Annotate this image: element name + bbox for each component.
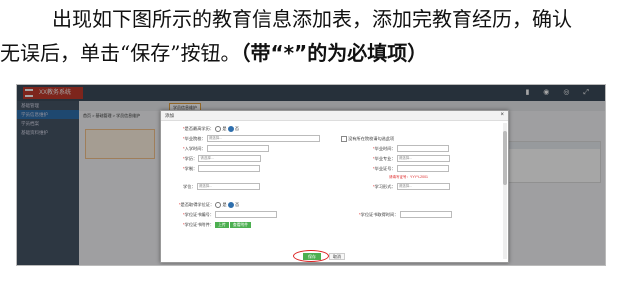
has-degree-no-label: 否 [235, 202, 240, 207]
entry-time-input[interactable] [206, 145, 269, 153]
study-form-row: *学习形式： 请选择... [373, 183, 450, 191]
has-degree-yes-radio[interactable] [215, 201, 222, 208]
add-education-dialog: 添加 × *是否最高学历： 是 否 *毕业院校： 请选择... 没有所在院校请勾… [160, 110, 509, 263]
cancel-button[interactable]: 取消 [329, 253, 345, 260]
cert-no-hint: 请填写证号：YYYY-2001 [389, 175, 428, 179]
cert-no-input[interactable] [396, 165, 449, 173]
has-degree-no-radio[interactable] [227, 201, 234, 208]
entry-time-row: *入学时间： [183, 145, 269, 153]
top-degree-yes-radio[interactable] [215, 125, 222, 132]
education-select[interactable]: 请选择... [198, 155, 262, 163]
has-degree-label: 是否取得学位证： [180, 202, 215, 207]
paragraph-line-2-text: 无误后，单击“保存”按钮。 [0, 41, 241, 65]
scrollbar-thumb[interactable] [503, 131, 507, 185]
degree-cert-date-label: 学位证书取得时间： [360, 212, 399, 217]
major-select[interactable]: 请选择... [396, 155, 450, 163]
institution-row: *毕业院校： 请选择... [183, 135, 320, 143]
upload-button[interactable]: 上传 [215, 221, 229, 228]
degree-cert-date-row: *学位证书取得时间： [359, 211, 452, 219]
education-row: *学历： 请选择... [183, 155, 262, 163]
unlisted-checkbox[interactable] [341, 135, 347, 142]
institution-label: 毕业院校： [184, 136, 206, 141]
degree-cert-no-label: 学位证书编号： [184, 212, 214, 217]
required-field-note: （带“*”的为必填项） [240, 41, 428, 65]
has-degree-yes-label: 是 [222, 202, 227, 207]
close-icon[interactable]: × [500, 111, 504, 120]
entry-time-label: 入学时间： [184, 146, 206, 151]
education-label: 学历： [184, 156, 198, 161]
dialog-scrollbar[interactable] [503, 123, 507, 259]
degree-type-select[interactable]: 请选择... [196, 183, 260, 191]
upload-label: 学位证书附件： [184, 222, 214, 227]
graduation-time-label: 毕业时间： [374, 146, 396, 151]
dialog-title: 添加 [165, 113, 174, 118]
cert-no-label: 毕业证号： [374, 166, 396, 171]
degree-cert-date-input[interactable] [399, 211, 452, 219]
degree-label: 学制： [184, 166, 198, 171]
view-attachment-button[interactable]: 查看附件 [229, 221, 252, 228]
degree-cert-no-row: *学位证书编号： [183, 211, 278, 219]
no-label: 否 [234, 126, 240, 131]
degree-type-row: 学位： 请选择... [183, 183, 260, 191]
degree-input[interactable] [198, 165, 261, 173]
degree-row: *学制： [183, 165, 261, 173]
is-top-degree-row: *是否最高学历： 是 否 [183, 125, 240, 132]
unlisted-label: 没有所在院校请勾选此项 [348, 136, 395, 141]
cert-no-row: *毕业证号： [373, 165, 449, 173]
study-form-label: 学习形式： [374, 184, 396, 189]
graduation-time-row: *毕业时间： [373, 145, 449, 153]
top-degree-no-radio[interactable] [227, 125, 234, 132]
is-top-degree-label: 是否最高学历： [184, 126, 214, 131]
major-label: 毕业专业： [374, 156, 396, 161]
paragraph-line-1: 出现如下图所示的教育信息添加表，添加完教育经历，确认 [52, 7, 572, 31]
degree-cert-no-input[interactable] [215, 211, 278, 219]
unlisted-row: 没有所在院校请勾选此项 [341, 135, 394, 143]
study-form-select[interactable]: 请选择... [396, 183, 450, 191]
degree-type-label: 学位： [183, 184, 196, 189]
instruction-paragraph: 出现如下图所示的教育信息添加表，添加完教育经历，确认 无误后，单击“保存”按钮。… [0, 2, 621, 70]
yes-label: 是 [222, 126, 227, 131]
save-button[interactable]: 保存 [303, 253, 321, 260]
institution-select[interactable]: 请选择... [206, 135, 320, 143]
upload-row: *学位证书附件： 上传 查看附件 [183, 221, 252, 229]
has-degree-row: *是否取得学位证： 是 否 [179, 201, 240, 208]
paragraph-line-2: 无误后，单击“保存”按钮。（带“*”的为必填项） [0, 36, 621, 70]
major-row: *毕业专业： 请选择... [373, 155, 450, 163]
embedded-screenshot: XX教务系统 ▮ ◉ ◎ ⤢ 基础管理 学员信息维护 学员档案 基础资料维护 学… [16, 84, 606, 266]
graduation-time-input[interactable] [396, 145, 449, 153]
dialog-title-bar: 添加 × [161, 111, 508, 121]
